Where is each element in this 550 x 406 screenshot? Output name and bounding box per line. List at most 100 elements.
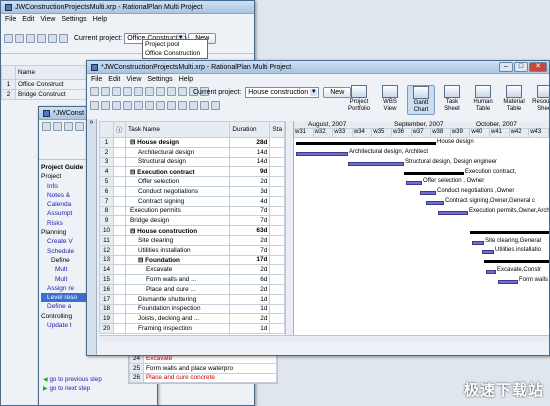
- start-cell[interactable]: [269, 283, 285, 295]
- duration-cell[interactable]: 7d: [229, 244, 271, 256]
- chevron-down-icon[interactable]: ▼: [310, 89, 318, 96]
- task-name-cell[interactable]: Framing inspection: [124, 323, 231, 334]
- arrow-down-icon[interactable]: [123, 100, 132, 110]
- duration-cell[interactable]: 3d: [229, 185, 271, 197]
- gantt-task-bar[interactable]: [472, 240, 484, 245]
- copy-icon[interactable]: [59, 34, 68, 43]
- menu-settings[interactable]: Settings: [61, 16, 86, 23]
- duration-cell[interactable]: 1d: [229, 303, 271, 315]
- add-icon[interactable]: [75, 122, 84, 131]
- duration-cell[interactable]: 7d: [229, 215, 271, 227]
- task-row[interactable]: 20 Framing inspection 1d: [99, 323, 285, 334]
- start-cell[interactable]: [269, 185, 285, 197]
- start-cell[interactable]: [269, 264, 285, 276]
- table-row[interactable]: Bridge Construct: [15, 88, 91, 100]
- task-row[interactable]: 8 Execution permits 7d: [99, 205, 285, 217]
- zoom-out-icon[interactable]: [189, 100, 198, 110]
- duration-cell[interactable]: 4d: [229, 195, 271, 207]
- duration-cell[interactable]: 28d: [229, 137, 271, 148]
- arrow-up-icon[interactable]: [112, 100, 121, 110]
- task-row[interactable]: 1 ⊟ House design 28d: [99, 137, 285, 148]
- start-cell[interactable]: [269, 215, 285, 227]
- task-name-header[interactable]: Task Name: [124, 121, 231, 138]
- gantt-task-bar[interactable]: [482, 250, 494, 255]
- start-cell[interactable]: [269, 156, 285, 168]
- filter-icon[interactable]: [200, 100, 209, 110]
- task-name-cell[interactable]: Bridge design: [124, 215, 231, 227]
- duration-cell[interactable]: 6d: [229, 274, 271, 285]
- save-icon[interactable]: [26, 34, 35, 43]
- task-name-cell[interactable]: Excavate: [124, 264, 231, 276]
- gantt-summary-bar[interactable]: [296, 142, 436, 145]
- save-all-icon[interactable]: [123, 86, 132, 96]
- dropdown-option-office-construction[interactable]: Office Construction: [143, 49, 207, 58]
- print-icon[interactable]: [134, 86, 143, 96]
- task-row[interactable]: 4 ⊟ Execution contract 9d: [99, 166, 285, 178]
- gantt-task-bar[interactable]: [406, 181, 422, 186]
- minimize-button[interactable]: –: [499, 62, 513, 72]
- start-cell[interactable]: [269, 137, 285, 148]
- start-header[interactable]: Sta: [269, 121, 285, 138]
- task-row[interactable]: 17 Dismantle shuttering 1d: [99, 293, 285, 305]
- start-cell[interactable]: [269, 323, 285, 334]
- menu-file[interactable]: File: [91, 76, 102, 83]
- wbs-view-button[interactable]: WBS View: [376, 85, 404, 115]
- task-name-cell[interactable]: Place and cure ...: [124, 283, 231, 295]
- task-name-cell[interactable]: ⊟ Execution contract: [124, 166, 231, 178]
- gantt-summary-bar[interactable]: [404, 171, 464, 175]
- new-file-icon[interactable]: [90, 86, 99, 96]
- horizontal-scrollbar[interactable]: [99, 335, 549, 342]
- print-icon[interactable]: [37, 34, 46, 43]
- collapsed-guide-strip[interactable]: »: [87, 119, 97, 355]
- task-row[interactable]: 9 Bridge design 7d: [99, 215, 285, 227]
- task-row[interactable]: 13 ⊟ Foundation 17d: [99, 254, 285, 266]
- dropdown-option-project-pool[interactable]: Project pool: [143, 40, 207, 49]
- task-name-cell[interactable]: Conduct negotiations: [124, 185, 231, 197]
- start-cell[interactable]: [269, 195, 285, 207]
- add-task-icon[interactable]: [90, 100, 99, 110]
- maximize-button[interactable]: □: [514, 62, 528, 72]
- task-name-cell[interactable]: Structural design: [124, 156, 231, 168]
- open-icon[interactable]: [101, 86, 110, 96]
- zoom-in-icon[interactable]: [178, 100, 187, 110]
- task-row[interactable]: 10 ⊟ House construction 63d: [99, 225, 285, 236]
- duration-cell[interactable]: 2d: [229, 313, 271, 325]
- task-name-cell[interactable]: Dismantle shuttering: [124, 293, 231, 305]
- close-button[interactable]: ✕: [529, 62, 547, 72]
- start-cell[interactable]: [269, 274, 285, 285]
- start-cell[interactable]: [269, 303, 285, 315]
- menu-help[interactable]: Help: [179, 76, 193, 83]
- menu-view[interactable]: View: [40, 16, 55, 23]
- task-row[interactable]: 6 Conduct negotiations 3d: [99, 185, 285, 197]
- delete-task-icon[interactable]: [101, 100, 110, 110]
- gantt-task-bar[interactable]: [296, 151, 348, 156]
- task-name-cell[interactable]: Site clearing: [124, 234, 231, 246]
- new-file-icon[interactable]: [4, 34, 13, 43]
- open-icon[interactable]: [53, 122, 62, 131]
- task-row[interactable]: 15 Form walls and ... 6d: [99, 274, 285, 285]
- duration-cell[interactable]: 2d: [229, 234, 271, 246]
- cut-icon[interactable]: [48, 34, 57, 43]
- gantt-summary-bar[interactable]: [470, 230, 549, 234]
- next-step-link[interactable]: ▶ go to next step: [43, 384, 102, 393]
- start-cell[interactable]: [269, 313, 285, 325]
- gantt-task-bar[interactable]: [426, 201, 444, 206]
- indent-icon[interactable]: [134, 100, 143, 110]
- new-file-icon[interactable]: [42, 122, 51, 131]
- task-row[interactable]: 16 Place and cure ... 2d: [99, 283, 285, 295]
- start-cell[interactable]: [269, 234, 285, 246]
- start-cell[interactable]: [269, 176, 285, 187]
- table-row[interactable]: Form walls and place waterpro: [143, 362, 277, 374]
- table-row[interactable]: Office Construct: [15, 79, 91, 90]
- start-cell[interactable]: [269, 293, 285, 305]
- duration-cell[interactable]: 14d: [229, 156, 271, 168]
- unlink-icon[interactable]: [167, 100, 176, 110]
- task-row[interactable]: 5 Offer selection 2d: [99, 176, 285, 187]
- duration-cell[interactable]: 7d: [229, 205, 271, 217]
- menu-settings[interactable]: Settings: [147, 76, 172, 83]
- gantt-task-bar[interactable]: [420, 191, 436, 196]
- outdent-icon[interactable]: [145, 100, 154, 110]
- gantt-task-bar[interactable]: [438, 210, 468, 215]
- task-row[interactable]: 14 Excavate 2d: [99, 264, 285, 276]
- duration-cell[interactable]: 1d: [229, 293, 271, 305]
